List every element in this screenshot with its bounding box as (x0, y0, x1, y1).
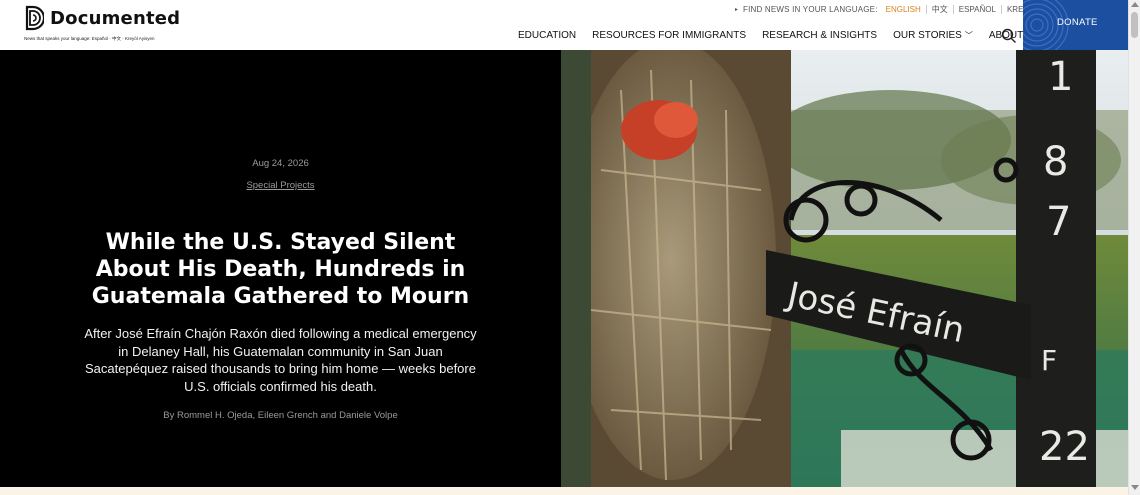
site-logo[interactable]: Documented (24, 5, 180, 31)
logo-mark-icon (25, 5, 44, 31)
svg-text:7: 7 (1046, 199, 1071, 245)
scroll-up-arrow-icon[interactable] (1131, 2, 1139, 7)
svg-text:1: 1 (1048, 54, 1073, 100)
search-button[interactable] (1001, 28, 1017, 49)
language-spanish[interactable]: ESPAÑOL (952, 5, 1001, 14)
nav-our-stories-label: OUR STORIES (893, 30, 962, 41)
article-title[interactable]: While the U.S. Stayed Silent About His D… (70, 229, 491, 310)
article-date: Aug 24, 2026 (252, 158, 309, 169)
play-arrow-icon: ▸ (735, 7, 739, 13)
chevron-down-icon: ﹀ (964, 31, 973, 40)
article-dek: After José Efraín Chajón Raxón died foll… (84, 326, 477, 394)
svg-text:22: 22 (1039, 424, 1090, 470)
nav-our-stories[interactable]: OUR STORIES ﹀ (893, 30, 973, 41)
memorial-cross-image: José Efraín 1 8 7 F 22 (561, 50, 1128, 487)
svg-text:F: F (1041, 344, 1057, 377)
category-link[interactable]: Special Projects (246, 180, 314, 191)
hero-text-panel: Aug 24, 2026 Special Projects While the … (0, 50, 561, 487)
donate-button[interactable]: DONATE (1023, 0, 1128, 50)
svg-text:8: 8 (1043, 139, 1068, 185)
nav-resources[interactable]: RESOURCES FOR IMMIGRANTS (592, 30, 746, 41)
site-tagline: News that speaks your language: Español … (24, 36, 155, 41)
language-bar: ▸ FIND NEWS IN YOUR LANGUAGE: ENGLISH 中文… (735, 5, 1044, 14)
scrollbar-thumb[interactable] (1131, 12, 1138, 38)
main-nav: EDUCATION RESOURCES FOR IMMIGRANTS RESEA… (518, 30, 1040, 41)
nav-education[interactable]: EDUCATION (518, 30, 576, 41)
hero-photo[interactable]: José Efraín 1 8 7 F 22 (561, 50, 1128, 487)
logo-text: Documented (50, 7, 181, 29)
search-icon (1001, 28, 1016, 43)
language-english[interactable]: ENGLISH (878, 5, 926, 14)
section-divider (0, 487, 1128, 495)
language-prompt: FIND NEWS IN YOUR LANGUAGE: (743, 5, 878, 14)
article-category: Special Projects (0, 180, 561, 191)
nav-research[interactable]: RESEARCH & INSIGHTS (762, 30, 877, 41)
scroll-down-arrow-icon[interactable] (1131, 485, 1139, 490)
language-chinese[interactable]: 中文 (925, 5, 953, 14)
donate-label: DONATE (1057, 17, 1098, 28)
article-byline: By Rommel H. Ojeda, Eileen Grench and Da… (163, 410, 398, 421)
page-scrollbar[interactable] (1128, 0, 1140, 495)
site-header: Documented News that speaks your languag… (0, 0, 1128, 50)
